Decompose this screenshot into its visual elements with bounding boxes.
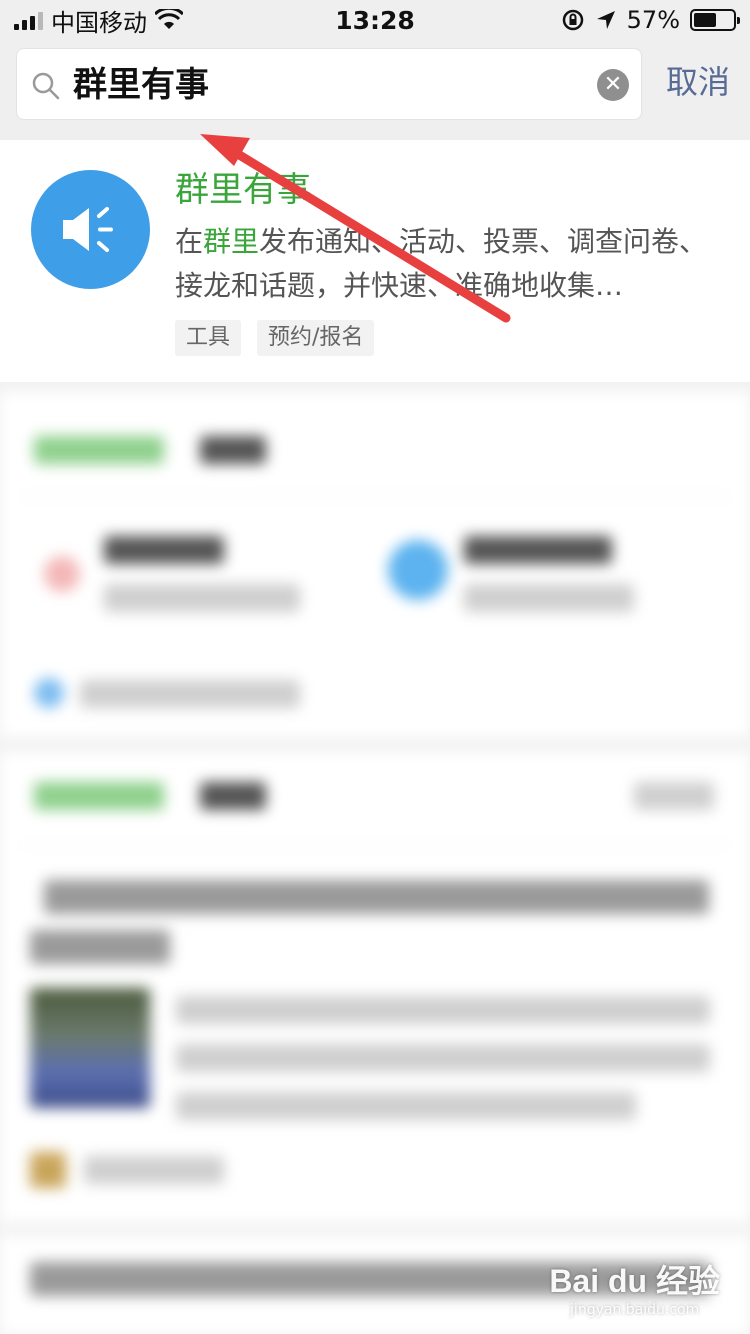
baidu-watermark: Bai du 经验 jingyan.baidu.com	[549, 1256, 720, 1318]
blurred-text	[30, 930, 170, 964]
blurred-results-area	[0, 392, 750, 1334]
desc-highlight: 群里	[203, 225, 260, 258]
result-tags: 工具 预约/报名	[175, 320, 375, 356]
blurred-small-icon	[34, 678, 64, 708]
blurred-icon-red	[44, 556, 80, 592]
blurred-service-card	[0, 392, 750, 737]
search-result-card[interactable]: 群里有事 在群里发布通知、活动、投票、调查问卷、接龙和话题，并快速、准确地收集……	[0, 140, 750, 382]
clear-search-button[interactable]: ✕	[597, 69, 629, 101]
app-icon	[31, 170, 150, 289]
desc-prefix: 在	[175, 225, 204, 258]
tag-tools: 工具	[175, 320, 242, 356]
blurred-text	[176, 1092, 636, 1120]
search-query-text: 群里有事	[73, 65, 209, 105]
search-input[interactable]: 群里有事 ✕	[16, 48, 642, 120]
result-description: 在群里发布通知、活动、投票、调查问卷、接龙和话题，并快速、准确地收集…	[175, 220, 720, 308]
blurred-text	[80, 680, 300, 708]
search-bar: 群里有事 ✕ 取消	[0, 40, 750, 140]
speaker-icon	[63, 207, 113, 252]
blurred-heading	[34, 436, 164, 464]
blurred-text	[104, 536, 224, 564]
blurred-article-card	[0, 752, 750, 1334]
blurred-more	[634, 782, 714, 810]
blurred-thumbnail	[30, 988, 150, 1108]
tag-booking: 预约/报名	[257, 320, 375, 356]
blurred-avatar	[30, 1152, 66, 1188]
blurred-text	[84, 1156, 224, 1184]
blurred-text	[464, 584, 634, 612]
battery-percent: 57%	[626, 6, 680, 34]
battery-fill	[694, 13, 716, 27]
blurred-text	[176, 996, 710, 1024]
watermark-sub: jingyan.baidu.com	[570, 1302, 700, 1318]
blurred-heading	[34, 782, 164, 810]
blurred-heading-suffix	[200, 782, 266, 810]
close-icon: ✕	[603, 72, 623, 97]
status-right: 57%	[561, 6, 740, 34]
blurred-text	[104, 584, 300, 612]
blurred-text	[176, 1044, 710, 1072]
battery-icon	[690, 9, 740, 31]
blurred-icon-blue	[388, 540, 448, 600]
blurred-text	[44, 880, 709, 914]
watermark-main: Bai du 经验	[549, 1263, 720, 1299]
rotation-lock-icon	[562, 9, 583, 31]
cancel-button[interactable]: 取消	[666, 60, 730, 104]
status-bar: 中国移动 13:28 57%	[0, 0, 750, 40]
result-title: 群里有事	[175, 170, 311, 210]
location-icon	[596, 11, 615, 29]
blurred-heading-suffix	[200, 436, 266, 464]
blurred-text	[464, 536, 612, 564]
search-icon	[32, 72, 60, 100]
